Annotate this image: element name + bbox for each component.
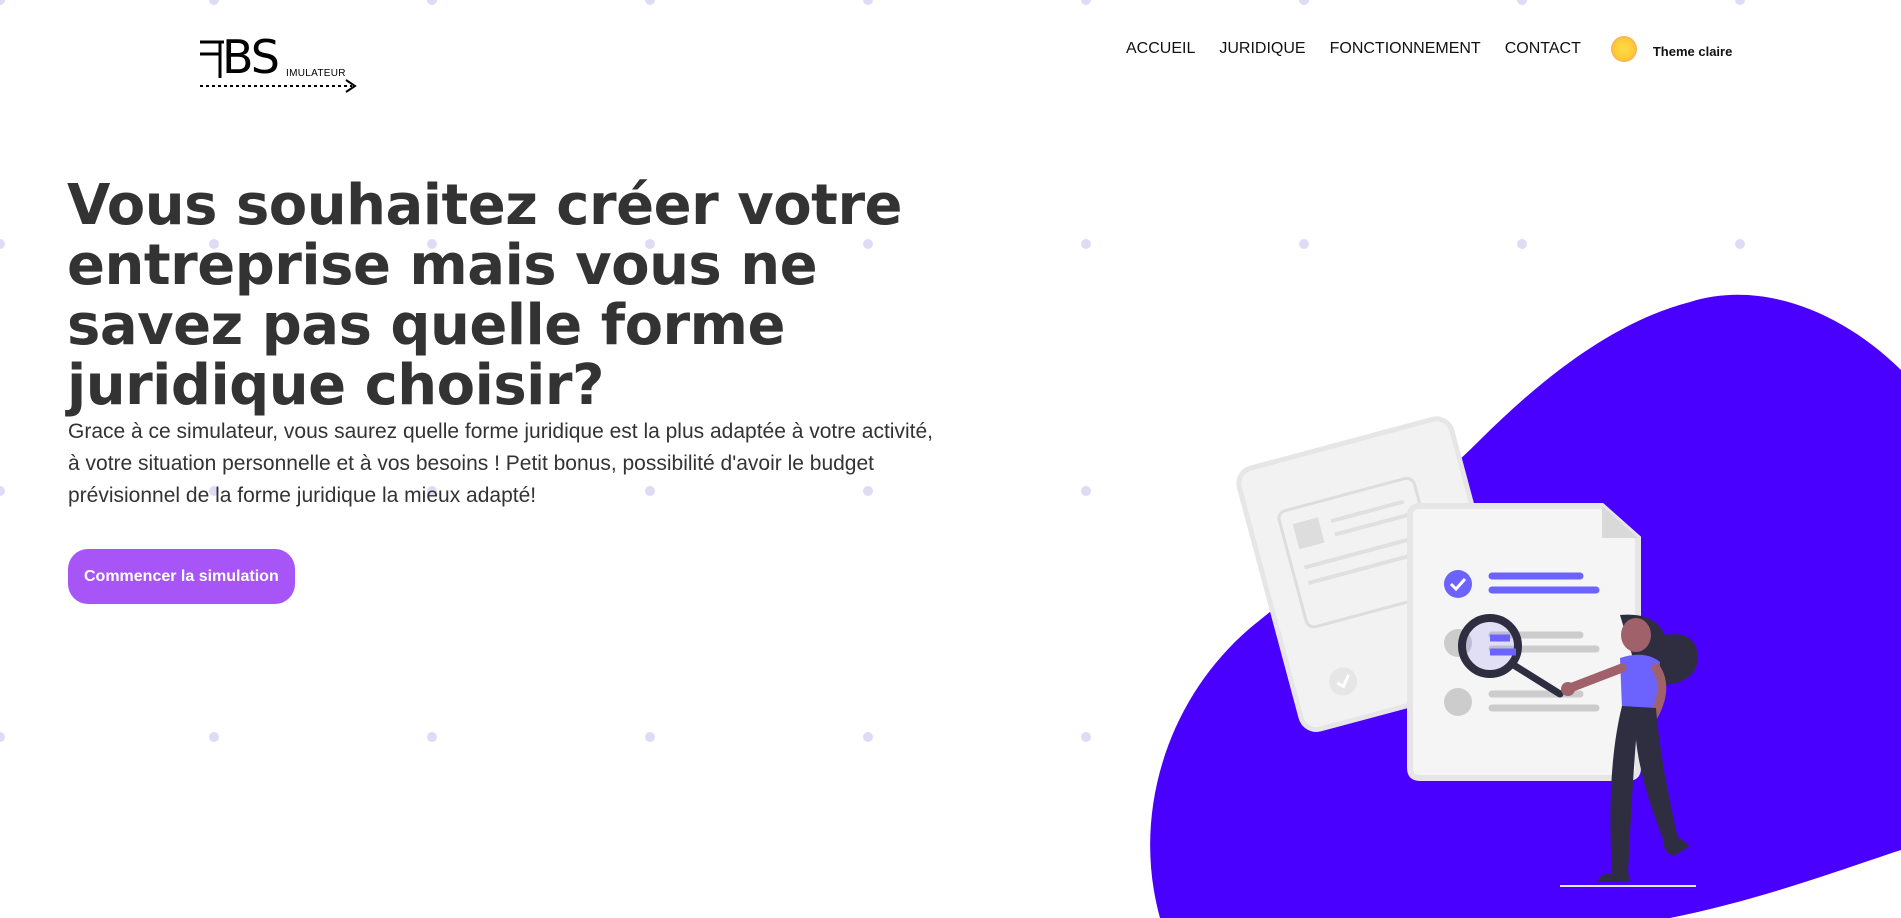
dashed-arrow-icon bbox=[200, 79, 357, 93]
theme-label: Theme claire bbox=[1652, 44, 1733, 59]
sun-icon[interactable] bbox=[1612, 38, 1635, 60]
page: BS IMULATEUR ACCUEIL JURIDIQUE FONCTIONN… bbox=[0, 0, 1901, 918]
nav-fonctionnement[interactable]: FONCTIONNEMENT bbox=[1330, 40, 1481, 58]
hero-description: Grace à ce simulateur, vous saurez quell… bbox=[68, 420, 933, 507]
front-document-icon bbox=[1407, 503, 1641, 781]
nav-contact[interactable]: CONTACT bbox=[1505, 40, 1581, 58]
nav-juridique[interactable]: JURIDIQUE bbox=[1219, 40, 1305, 58]
nav-accueil[interactable]: ACCUEIL bbox=[1126, 40, 1195, 58]
logo-mark: BS bbox=[222, 30, 280, 84]
start-simulation-button[interactable]: Commencer la simulation bbox=[68, 549, 295, 604]
hero-title: Vous souhaitez créer votre entreprise ma… bbox=[67, 173, 903, 418]
document-review-illustration bbox=[1150, 294, 1901, 918]
theme-toggle[interactable]: Theme claire bbox=[1612, 38, 1733, 60]
main-nav: ACCUEIL JURIDIQUE FONCTIONNEMENT CONTACT… bbox=[1126, 38, 1732, 60]
site-logo[interactable]: BS IMULATEUR bbox=[198, 34, 364, 96]
